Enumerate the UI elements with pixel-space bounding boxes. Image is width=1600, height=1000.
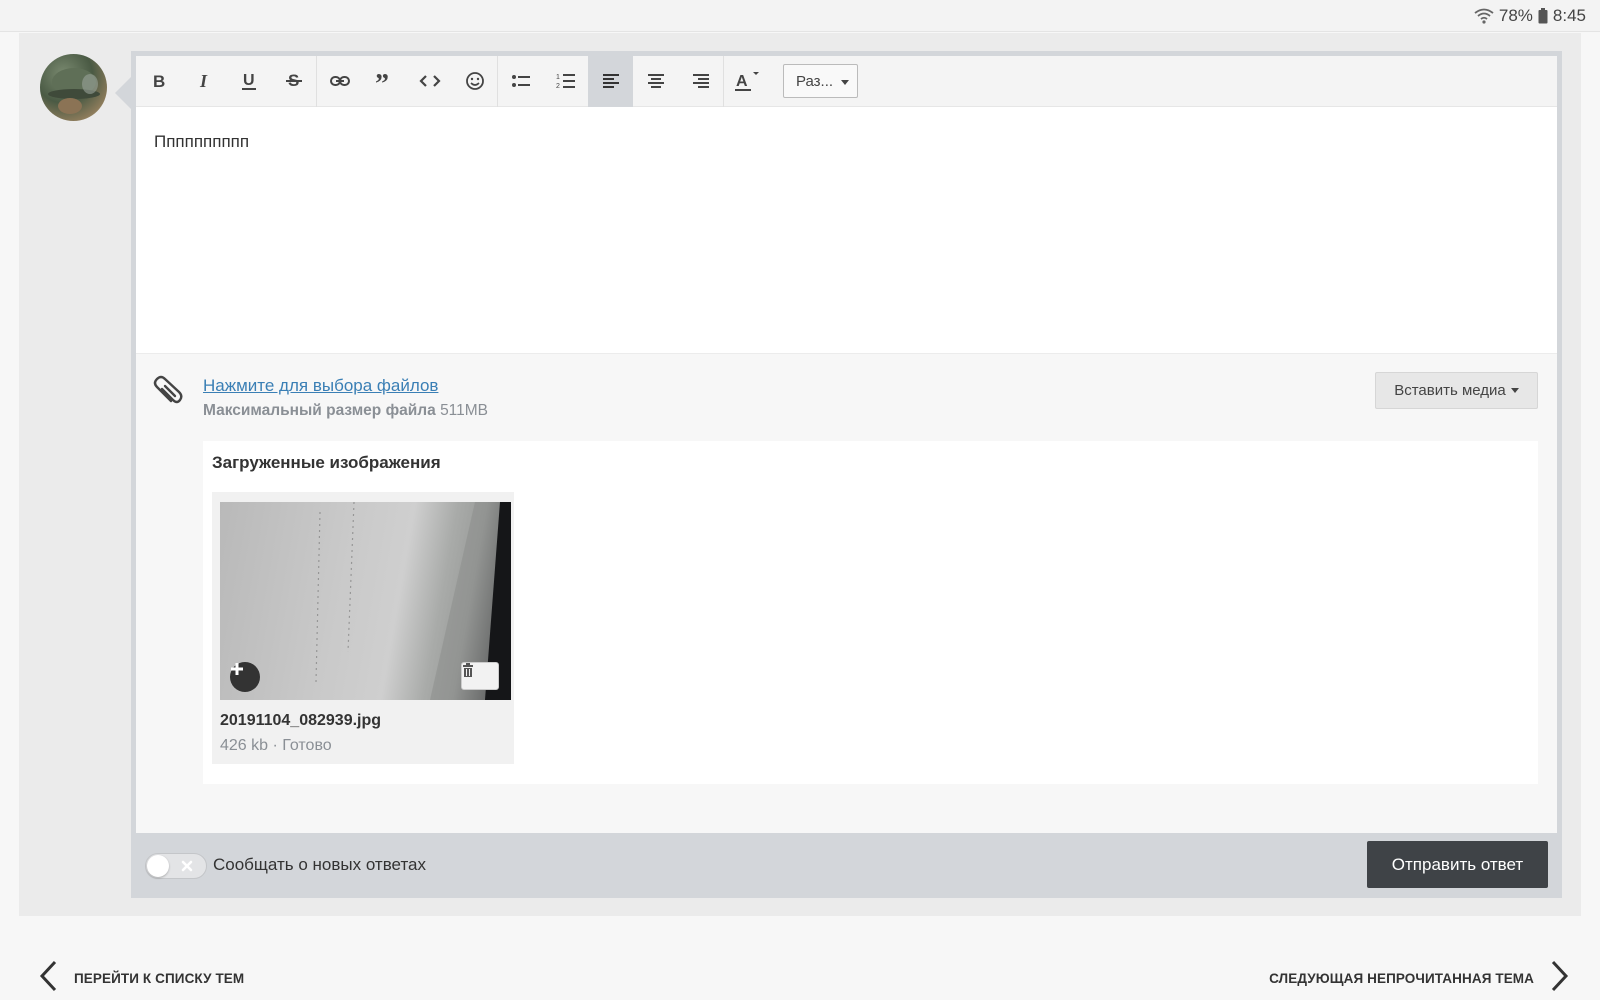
font-size-select[interactable]: Раз...: [783, 64, 858, 98]
status-bar: 78% 8:45: [0, 0, 1600, 32]
next-unread-topic-label: СЛЕДУЮЩАЯ НЕПРОЧИТАННАЯ ТЕМА: [1269, 971, 1534, 986]
italic-button[interactable]: I: [181, 56, 226, 107]
uploaded-image-thumbnail[interactable]: [220, 502, 511, 700]
attachments-area: Нажмите для выбора файлов Максимальный р…: [136, 353, 1557, 833]
underline-button[interactable]: U: [226, 56, 271, 107]
max-file-size: Максимальный размер файла 511MB: [203, 402, 488, 420]
chevron-down-icon: [841, 80, 849, 85]
reply-panel: B I U S ”: [19, 33, 1581, 916]
bullet-list-button[interactable]: [498, 56, 543, 107]
editor-frame: B I U S ”: [131, 51, 1562, 898]
uploaded-file-name: 20191104_082939.jpg: [220, 712, 382, 729]
svg-text:B: B: [153, 72, 165, 90]
next-unread-topic-link[interactable]: СЛЕДУЮЩАЯ НЕПРОЧИТАННАЯ ТЕМА: [1269, 960, 1570, 997]
editor: B I U S ”: [136, 55, 1557, 833]
numbered-list-button[interactable]: 12: [543, 56, 588, 107]
svg-text:2: 2: [556, 83, 560, 90]
trash-icon: [463, 663, 473, 677]
svg-text:I: I: [199, 72, 208, 90]
chevron-right-icon: [1550, 960, 1570, 997]
avatar-pointer: [115, 77, 131, 109]
wifi-icon: [1474, 8, 1494, 24]
notify-label: Сообщать о новых ответах: [213, 855, 426, 874]
emoji-icon[interactable]: [452, 56, 497, 107]
back-to-topics-label: ПЕРЕЙТИ К СПИСКУ ТЕМ: [74, 971, 245, 986]
code-button[interactable]: [407, 56, 452, 107]
svg-text:1: 1: [556, 74, 560, 81]
battery-percent: 78%: [1498, 6, 1533, 25]
insert-media-label: Вставить медиа: [1394, 382, 1506, 399]
close-icon: [181, 859, 193, 877]
svg-text:A: A: [736, 73, 748, 90]
max-file-size-value: 511MB: [440, 402, 489, 419]
editor-toolbar: B I U S ”: [136, 55, 1557, 107]
max-file-size-label: Максимальный размер файла: [203, 402, 436, 419]
status-indicators: 78% 8:45: [1474, 6, 1586, 26]
uploaded-file-meta: 426 kb · Готово: [220, 737, 332, 754]
toggle-knob: [147, 855, 169, 877]
chevron-left-icon: [38, 960, 58, 997]
text-color-button[interactable]: A: [724, 56, 769, 107]
svg-text:U: U: [243, 72, 255, 89]
uploaded-images: Загруженные изображения 20191104_082939.…: [203, 441, 1538, 784]
notify-toggle[interactable]: [145, 853, 207, 879]
bold-button[interactable]: B: [136, 56, 181, 107]
back-to-topics-link[interactable]: ПЕРЕЙТИ К СПИСКУ ТЕМ: [38, 960, 244, 997]
font-size-value: Раз...: [796, 72, 834, 90]
chevron-down-icon: [1510, 388, 1519, 393]
avatar[interactable]: [40, 54, 107, 121]
insert-media-button[interactable]: Вставить медиа: [1375, 372, 1538, 409]
quote-button[interactable]: ”: [362, 56, 407, 107]
uploaded-file-card: 20191104_082939.jpg 426 kb · Готово: [212, 492, 514, 764]
svg-text:”: ”: [375, 73, 389, 89]
select-files-link[interactable]: Нажмите для выбора файлов: [203, 376, 438, 396]
paperclip-icon: [152, 375, 184, 414]
uploaded-images-title: Загруженные изображения: [212, 453, 441, 472]
plus-icon: [231, 663, 243, 675]
link-button[interactable]: [317, 56, 362, 107]
align-left-button[interactable]: [588, 55, 633, 107]
editor-footer: Сообщать о новых ответах Отправить ответ: [136, 833, 1557, 898]
insert-image-button[interactable]: [230, 662, 260, 692]
align-right-button[interactable]: [678, 56, 723, 107]
delete-image-button[interactable]: [461, 662, 499, 690]
clock: 8:45: [1552, 6, 1586, 25]
strikethrough-button[interactable]: S: [271, 56, 316, 107]
battery-icon: [1538, 8, 1548, 24]
align-center-button[interactable]: [633, 56, 678, 107]
message-text: Пппппппппп: [154, 132, 250, 151]
submit-reply-button[interactable]: Отправить ответ: [1367, 841, 1548, 888]
message-textarea[interactable]: Пппппппппп: [136, 108, 1557, 353]
